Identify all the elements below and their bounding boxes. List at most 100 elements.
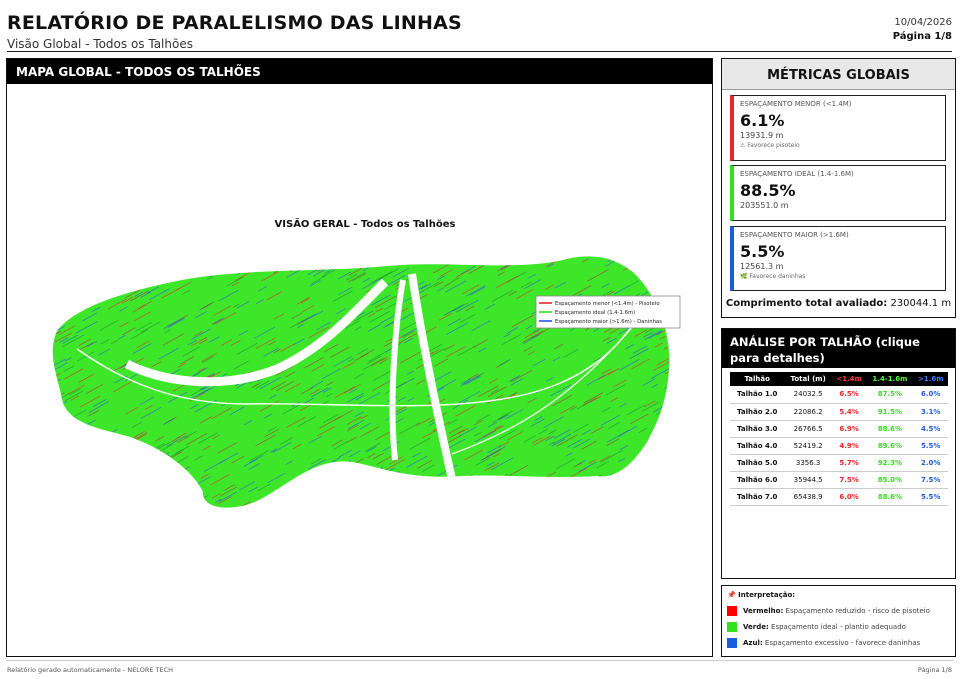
row-stripe xyxy=(370,477,393,490)
row-stripe xyxy=(466,256,485,265)
plot-name: Talhão 7.0 xyxy=(730,488,785,506)
row-stripe xyxy=(284,483,304,495)
analysis-row[interactable]: Talhão 7.0 65438.9 6.0% 88.6% 5.5% xyxy=(730,488,948,506)
row-stripe xyxy=(160,251,166,254)
row-stripe xyxy=(103,262,124,274)
row-stripe xyxy=(63,430,81,441)
row-stripe xyxy=(288,256,298,263)
metric-card-ideal: ESPAÇAMENTO IDEAL (1.4-1.6M) 88.5% 20355… xyxy=(730,165,946,221)
row-stripe xyxy=(140,477,149,483)
row-stripe xyxy=(52,300,59,305)
footer-page: Página 1/8 xyxy=(917,666,952,674)
row-stripe xyxy=(635,248,648,255)
row-stripe xyxy=(154,479,164,485)
analysis-row[interactable]: Talhão 1.0 24032.5 6.5% 87.5% 6.0% xyxy=(730,386,948,404)
analysis-row[interactable]: Talhão 4.0 52419.2 4.9% 89.6% 5.5% xyxy=(730,437,948,455)
interpretation-blue-text: Espaçamento excessivo - favorece daninha… xyxy=(764,639,921,647)
row-stripe xyxy=(78,506,85,508)
row-stripe xyxy=(630,467,650,479)
row-stripe xyxy=(669,256,670,257)
row-stripe xyxy=(643,450,661,460)
row-stripe xyxy=(391,497,407,507)
analysis-row[interactable]: Talhão 2.0 22086.2 5.4% 91.5% 3.1% xyxy=(730,403,948,421)
row-stripe xyxy=(119,457,135,467)
plot-total: 22086.2 xyxy=(784,403,832,421)
row-stripe xyxy=(74,446,97,460)
plot-total: 35944.5 xyxy=(784,471,832,489)
metric-ideal-label: ESPAÇAMENTO IDEAL (1.4-1.6M) xyxy=(740,170,854,178)
row-stripe xyxy=(300,492,317,502)
analysis-row[interactable]: Talhão 5.0 3356.3 5.7% 92.3% 2.0% xyxy=(730,454,948,472)
report-subtitle: Visão Global - Todos os Talhões xyxy=(7,37,193,51)
row-stripe xyxy=(116,486,131,496)
row-stripe xyxy=(415,256,431,264)
row-stripe xyxy=(360,488,377,498)
row-stripe xyxy=(356,475,372,485)
legend-label-blue: Espaçamento maior (>1.6m) - Daninhas xyxy=(555,319,662,325)
row-stripe xyxy=(645,446,654,451)
row-stripe xyxy=(651,469,660,475)
row-stripe xyxy=(128,451,139,458)
metric-high-percent: 5.5% xyxy=(740,242,785,261)
plot-low: 6.9% xyxy=(831,420,867,438)
row-stripe xyxy=(473,490,483,496)
interpretation-blue: Azul: Espaçamento excessivo - favorece d… xyxy=(727,635,950,651)
row-stripe xyxy=(71,266,85,275)
row-stripe xyxy=(494,490,514,502)
row-stripe xyxy=(99,456,112,464)
metric-card-high: ESPAÇAMENTO MAIOR (>1.6M) 5.5% 12561.3 m… xyxy=(730,226,946,291)
report-date: 10/04/2026 xyxy=(894,17,952,28)
interpretation-panel: 📌 Interpretação: Vermelho: Espaçamento r… xyxy=(721,585,956,657)
row-stripe xyxy=(323,464,337,473)
row-stripe xyxy=(233,510,239,513)
row-stripe xyxy=(136,464,157,477)
metrics-total-label: Comprimento total avaliado: xyxy=(725,298,888,309)
row-stripe xyxy=(416,503,426,508)
row-stripe xyxy=(452,493,460,499)
row-stripe xyxy=(469,250,478,255)
plot-low: 6.5% xyxy=(831,386,867,404)
row-stripe xyxy=(667,414,670,424)
interpretation-title: 📌 Interpretação: xyxy=(727,591,796,599)
row-stripe xyxy=(55,475,70,484)
row-stripe xyxy=(667,352,670,364)
row-stripe xyxy=(655,449,670,462)
row-stripe xyxy=(59,418,75,427)
row-stripe xyxy=(532,506,545,508)
row-stripe xyxy=(390,502,407,508)
row-stripe xyxy=(115,483,129,491)
analysis-row[interactable]: Talhão 6.0 35944.5 7.5% 85.0% 7.5% xyxy=(730,471,948,489)
row-stripe xyxy=(57,256,78,265)
row-stripe xyxy=(52,439,73,452)
row-stripe xyxy=(656,480,667,487)
row-stripe xyxy=(83,257,99,267)
plot-total: 52419.2 xyxy=(784,437,832,455)
row-stripe xyxy=(589,501,598,507)
plot-name: Talhão 1.0 xyxy=(730,386,785,404)
row-stripe xyxy=(148,256,169,258)
analysis-row[interactable]: Talhão 3.0 26766.5 6.9% 88.6% 4.5% xyxy=(730,420,948,438)
row-stripe xyxy=(103,445,126,458)
plot-ideal: 92.3% xyxy=(866,454,914,472)
plot-low: 4.9% xyxy=(831,437,867,455)
row-stripe xyxy=(634,256,652,266)
row-stripe xyxy=(619,471,635,481)
row-stripe xyxy=(366,491,388,504)
legend-label-red: Espaçamento menor (<1.4m) - Pisoteio xyxy=(555,301,660,307)
plot-high: 5.5% xyxy=(913,437,948,455)
row-stripe xyxy=(162,454,170,459)
metric-card-low: ESPAÇAMENTO MENOR (<1.4M) 6.1% 13931.9 m… xyxy=(730,95,946,161)
plot-low: 5.7% xyxy=(831,454,867,472)
row-stripe xyxy=(266,256,289,261)
row-stripe xyxy=(52,466,74,479)
row-stripe xyxy=(95,478,104,484)
swatch-blue xyxy=(727,638,737,648)
row-stripe xyxy=(657,286,670,295)
row-stripe xyxy=(66,468,76,474)
row-stripe xyxy=(55,256,69,263)
row-stripe xyxy=(364,497,374,504)
row-stripe xyxy=(229,267,237,272)
plot-name: Talhão 5.0 xyxy=(730,454,785,472)
plot-ideal: 89.6% xyxy=(866,437,914,455)
row-stripe xyxy=(404,495,425,508)
